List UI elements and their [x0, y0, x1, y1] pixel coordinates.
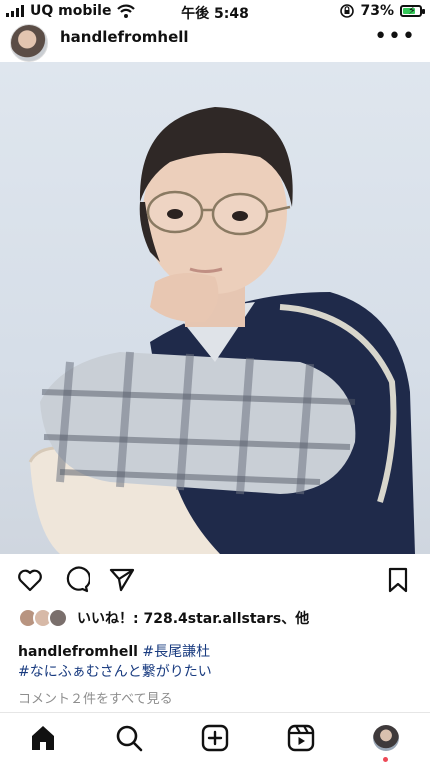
- status-bar: UQ mobile 午後 5:48 73% ⚡: [0, 0, 430, 22]
- post-username[interactable]: handlefromhell: [60, 28, 189, 46]
- send-icon[interactable]: [108, 566, 136, 594]
- post-header: handlefromhell •••: [0, 22, 430, 62]
- post-photo[interactable]: [0, 62, 430, 554]
- notification-dot: [383, 757, 388, 762]
- likes-text[interactable]: いいね！: 728.4star.allstars、他: [77, 608, 309, 628]
- liker-avatar: [48, 608, 68, 628]
- battery-icon: ⚡: [400, 4, 425, 17]
- comment-icon[interactable]: [62, 566, 90, 594]
- hashtag-link[interactable]: #なにふぁむさんと繋がりたい: [18, 664, 212, 680]
- photo-illustration: [28, 107, 415, 554]
- reels-icon[interactable]: [286, 723, 316, 753]
- search-icon[interactable]: [114, 723, 144, 753]
- avatar[interactable]: [10, 24, 48, 62]
- likes-row[interactable]: いいね！: 728.4star.allstars、他: [18, 608, 309, 628]
- status-right: 73% ⚡: [340, 3, 425, 19]
- heart-icon[interactable]: [16, 566, 44, 594]
- view-comments-link[interactable]: コメント２件をすべて見る: [18, 688, 173, 707]
- post-actions: [0, 562, 430, 600]
- profile-tab-avatar[interactable]: [373, 725, 399, 751]
- plus-square-icon[interactable]: [200, 723, 230, 753]
- orientation-lock-icon: [340, 4, 355, 18]
- caption-username[interactable]: handlefromhell: [18, 644, 138, 660]
- bookmark-icon[interactable]: [384, 566, 412, 594]
- post-caption: handlefromhell #長尾謙杜 #なにふぁむさんと繋がりたい: [18, 642, 418, 682]
- hashtag-link[interactable]: #長尾謙杜: [142, 644, 210, 660]
- home-icon[interactable]: [28, 723, 58, 753]
- bottom-tab-bar: [0, 712, 430, 766]
- battery-percent: 73%: [360, 3, 394, 19]
- more-options-button[interactable]: •••: [374, 24, 416, 49]
